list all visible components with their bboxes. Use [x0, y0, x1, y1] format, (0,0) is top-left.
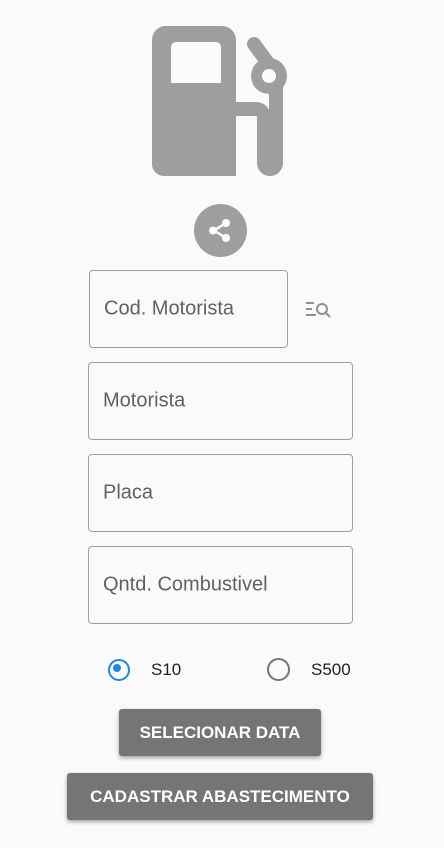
share-icon [209, 219, 230, 242]
motorista-input[interactable]: Motorista [88, 362, 353, 440]
placa-placeholder: Placa [103, 481, 154, 504]
fuel-pump-icon [151, 26, 287, 176]
radio-s10-label[interactable]: S10 [151, 660, 181, 680]
motorista-placeholder: Motorista [103, 389, 186, 412]
cod-motorista-input[interactable]: Cod. Motorista [89, 270, 288, 348]
share-button[interactable] [194, 204, 247, 257]
quantidade-placeholder: Qntd. Combustivel [103, 573, 268, 596]
placa-input[interactable]: Placa [88, 454, 353, 532]
radio-s500-label[interactable]: S500 [311, 660, 351, 680]
submit-button[interactable]: CADASTRAR ABASTECIMENTO [67, 773, 373, 820]
radio-s10[interactable] [108, 659, 130, 681]
radio-s500[interactable] [267, 658, 290, 681]
cod-motorista-placeholder: Cod. Motorista [104, 297, 235, 320]
list-search-icon[interactable] [304, 298, 334, 320]
quantidade-input[interactable]: Qntd. Combustivel [88, 546, 353, 624]
select-date-button[interactable]: SELECIONAR DATA [119, 709, 321, 756]
